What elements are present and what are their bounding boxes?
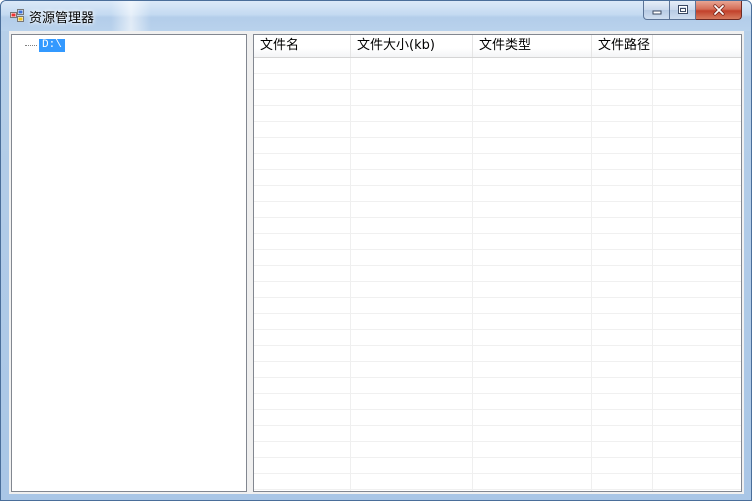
list-header: 文件名 文件大小(kb) 文件类型 文件路径 xyxy=(254,35,741,58)
list-grid xyxy=(254,58,741,491)
caption-buttons xyxy=(643,1,742,21)
minimize-icon xyxy=(652,10,661,15)
client-area: D:\ 文件名 文件大小(kb) 文件类型 文件路径 xyxy=(9,31,744,494)
title-bar[interactable]: 资源管理器 xyxy=(1,1,751,31)
grid-column-line xyxy=(472,58,473,491)
maximize-button[interactable] xyxy=(670,1,696,20)
close-icon xyxy=(712,4,725,16)
tree-node-label[interactable]: D:\ xyxy=(39,38,65,52)
tree-node-drive[interactable]: D:\ xyxy=(25,38,65,52)
column-header-name[interactable]: 文件名 xyxy=(254,35,351,57)
column-header-size[interactable]: 文件大小(kb) xyxy=(351,35,473,57)
minimize-button[interactable] xyxy=(643,1,670,20)
app-icon[interactable] xyxy=(10,9,24,22)
title-bar-glare xyxy=(111,1,151,31)
app-window: 资源管理器 D:\ 文件名 文件大小(kb) 文件类型 文件路径 xyxy=(0,0,752,501)
grid-column-line xyxy=(591,58,592,491)
folder-tree[interactable]: D:\ xyxy=(11,34,247,492)
column-header-path[interactable]: 文件路径 xyxy=(592,35,653,57)
tree-connector xyxy=(25,44,37,46)
column-header-type[interactable]: 文件类型 xyxy=(473,35,592,57)
close-button[interactable] xyxy=(696,1,742,20)
grid-column-line xyxy=(652,58,653,491)
window-title: 资源管理器 xyxy=(29,11,95,26)
grid-column-line xyxy=(350,58,351,491)
file-list[interactable]: 文件名 文件大小(kb) 文件类型 文件路径 xyxy=(253,34,742,492)
maximize-icon xyxy=(677,5,688,14)
